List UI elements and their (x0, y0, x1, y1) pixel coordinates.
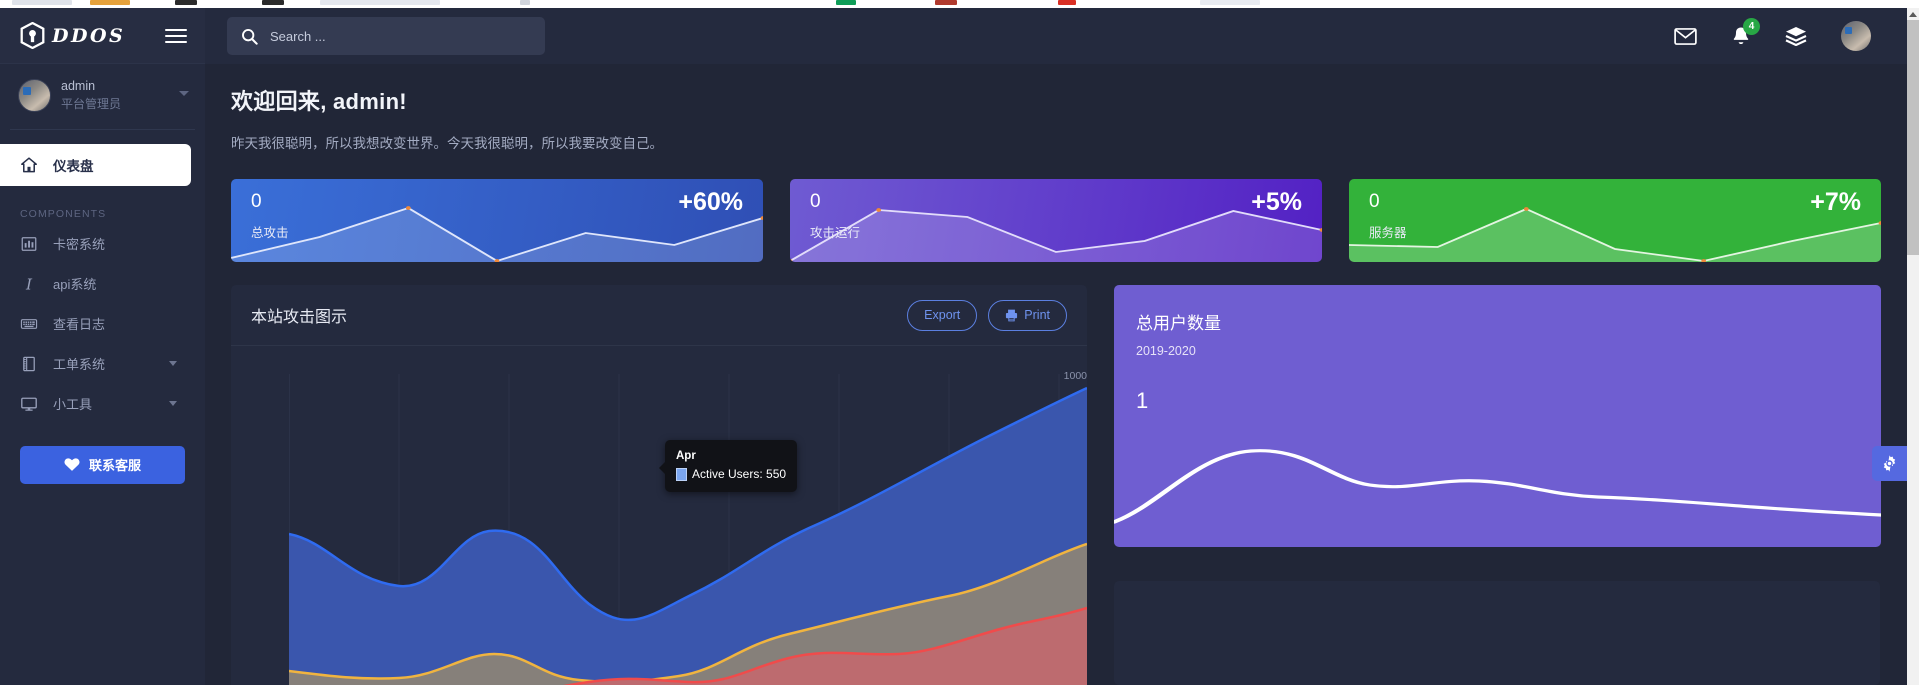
tooltip-swatch (676, 467, 687, 481)
sidebar-section-title: COMPONENTS (20, 207, 107, 220)
dashboard-page: DDOS admin 平台管理员 仪表盘 COMPONENTS 卡密系统 I a… (0, 0, 1919, 685)
tooltip-title: Apr (676, 450, 696, 462)
print-label: Print (1024, 308, 1050, 322)
users-card-value: 1 (1136, 388, 1149, 413)
avatar (18, 78, 51, 112)
tooltip-series-label: Active Users: 550 (692, 467, 787, 482)
topbar: Search ... 4 (205, 8, 1907, 64)
profile-name: admin (61, 79, 96, 93)
sidebar-item-label: api系统 (53, 277, 97, 293)
page-scrollbar[interactable] (1907, 8, 1919, 685)
gear-icon (1883, 455, 1896, 472)
chart-title: 本站攻击图示 (251, 309, 348, 326)
stat-label: 攻击运行 (810, 226, 861, 240)
scroll-up-button[interactable] (1907, 8, 1919, 20)
search-icon (242, 28, 258, 45)
contact-support-button[interactable]: 联系客服 (20, 445, 185, 484)
layers-button[interactable] (1785, 26, 1807, 46)
stat-percent: +5% (1251, 188, 1302, 216)
search-placeholder: Search ... (270, 28, 326, 44)
topbar-actions: 4 (1674, 17, 1907, 51)
heart-icon (64, 458, 80, 472)
settings-gear-button[interactable] (1872, 446, 1907, 481)
stat-card-total-attacks[interactable]: 0 总攻击 +60% (231, 179, 763, 262)
sparkline-chart (1349, 207, 1881, 262)
chevron-down-icon[interactable] (169, 361, 177, 367)
book-icon (23, 356, 35, 372)
layers-icon (1785, 27, 1807, 46)
search-input[interactable]: Search ... (227, 17, 545, 55)
sidebar-divider (10, 128, 195, 130)
stat-value: 0 (810, 191, 821, 212)
sidebar-item-label: 仪表盘 (53, 158, 94, 174)
chevron-down-icon[interactable] (169, 401, 177, 407)
area-chart[interactable]: 1000 800 600 400 200 (231, 346, 1087, 685)
stat-percent: +7% (1810, 188, 1861, 216)
stat-label: 服务器 (1369, 226, 1407, 240)
stat-card-servers[interactable]: 0 服务器 +7% (1349, 179, 1881, 262)
keyboard-icon (20, 318, 38, 329)
envelope-icon (1674, 27, 1697, 45)
brand-logo-group[interactable]: DDOS (20, 22, 125, 49)
export-label: Export (924, 308, 961, 322)
sidebar-item-label: 工单系统 (53, 357, 106, 373)
print-button[interactable]: Print (988, 299, 1067, 331)
notifications-button[interactable]: 4 (1731, 17, 1760, 47)
stat-percent: +60% (678, 188, 743, 216)
brand-header: DDOS (0, 8, 205, 64)
browser-bookmark-strip (0, 0, 1919, 8)
brand-name: DDOS (52, 24, 126, 47)
sidebar-item-label: 查看日志 (53, 317, 106, 333)
chart-tooltip: Apr Active Users: 550 (658, 440, 798, 493)
sidebar-item-dashboard[interactable]: 仪表盘 (0, 143, 191, 186)
sidebar-item-card-system[interactable]: 卡密系统 (0, 224, 205, 264)
contact-support-label: 联系客服 (88, 458, 141, 474)
chevron-down-icon[interactable] (179, 91, 189, 96)
hexagon-shield-icon (20, 22, 45, 49)
avatar[interactable] (1841, 21, 1871, 51)
stat-label: 总攻击 (251, 226, 289, 240)
stat-value: 0 (251, 191, 262, 212)
stat-card-attacks-running[interactable]: 0 攻击运行 +5% (790, 179, 1322, 262)
area-chart-svg (289, 374, 1087, 685)
stat-cards-row: 0 总攻击 +60% 0 攻击运行 +5% 0 服务器 +7% (231, 179, 1881, 262)
total-users-card: 总用户数量 2019-2020 1 (1114, 285, 1881, 547)
sparkline-chart (790, 208, 1322, 262)
bottom-placeholder-card (1114, 581, 1880, 685)
sidebar-item-label: 小工具 (53, 397, 93, 413)
sidebar-item-api-system[interactable]: I api系统 (0, 264, 205, 304)
hamburger-icon[interactable] (165, 25, 187, 47)
scrollbar-thumb[interactable] (1907, 20, 1919, 255)
page-subtitle: 昨天我很聪明，所以我想改变世界。今天我很聪明，所以我要改变自己。 (231, 136, 663, 151)
sidebar-item-ticket-system[interactable]: 工单系统 (0, 344, 205, 384)
profile-role: 平台管理员 (61, 96, 122, 111)
chart-actions: Export Print (907, 299, 1067, 331)
bar-chart-icon (21, 236, 37, 251)
sidebar-profile[interactable]: admin 平台管理员 (0, 64, 205, 129)
export-button[interactable]: Export (907, 299, 978, 331)
svg-text:I: I (25, 275, 33, 293)
home-icon (21, 157, 37, 173)
italic-i-icon: I (25, 275, 33, 293)
sidebar-item-tools[interactable]: 小工具 (0, 384, 205, 424)
sidebar: DDOS admin 平台管理员 仪表盘 COMPONENTS 卡密系统 I a… (0, 8, 205, 685)
tooltip-series-row: Active Users: 550 (676, 465, 786, 483)
main-content: 欢迎回来, admin! 昨天我很聪明，所以我想改变世界。今天我很聪明，所以我要… (205, 64, 1907, 685)
users-sparkline (1114, 449, 1881, 524)
notification-badge: 4 (1743, 17, 1760, 35)
sidebar-item-view-logs[interactable]: 查看日志 (0, 304, 205, 344)
page-title: 欢迎回来, admin! (231, 89, 407, 114)
users-card-period: 2019-2020 (1136, 344, 1196, 358)
stat-value: 0 (1369, 191, 1380, 212)
desktop-icon (21, 397, 37, 411)
attack-chart-card: 本站攻击图示 Export Print 1000 (231, 285, 1087, 685)
messages-button[interactable] (1674, 27, 1697, 45)
sidebar-item-label: 卡密系统 (53, 237, 106, 253)
chart-card-header: 本站攻击图示 Export Print (231, 285, 1087, 346)
users-card-title: 总用户数量 (1136, 314, 1221, 333)
printer-icon (1006, 309, 1018, 321)
